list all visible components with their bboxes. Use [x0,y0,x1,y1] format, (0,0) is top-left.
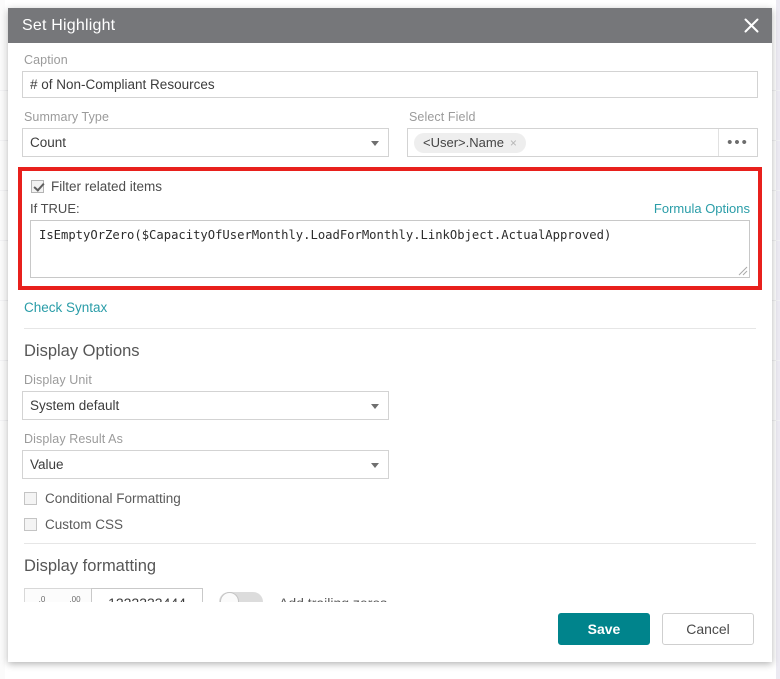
display-formatting-row: .0 .00 Add trailing zeros [24,588,758,602]
display-result-as-group: Display Result As Value [22,432,758,479]
filter-related-items-label: Filter related items [51,179,163,194]
display-unit-group: Display Unit System default [22,373,758,420]
decimal-stepper: .0 .00 [24,588,203,602]
filter-highlight-region: Filter related items If TRUE: Formula Op… [18,167,762,290]
page-right-edge [776,0,780,679]
summary-type-group: Summary Type Count [22,110,389,157]
filter-related-items-row: Filter related items [31,179,750,194]
more-options-icon[interactable]: ••• [718,129,757,156]
display-unit-label: Display Unit [24,373,92,387]
toggle-knob [220,591,239,602]
caption-group: Caption [22,53,758,98]
check-syntax-link[interactable]: Check Syntax [24,300,107,315]
display-result-as-label: Display Result As [24,432,123,446]
dialog-header: Set Highlight [8,8,772,43]
summary-type-label: Summary Type [24,110,110,124]
chevron-down-icon [371,140,379,146]
increase-decimal-icon[interactable]: .00 [58,589,91,603]
custom-css-row: Custom CSS [24,517,758,532]
formula-options-link[interactable]: Formula Options [654,201,750,216]
display-formatting-title: Display formatting [24,557,157,575]
custom-css-label: Custom CSS [45,517,124,532]
caption-input[interactable] [22,71,758,98]
chip-remove-icon[interactable]: × [510,137,517,149]
caption-label: Caption [24,53,68,67]
filter-related-items-checkbox[interactable] [31,180,44,193]
formula-header: If TRUE: Formula Options [30,201,750,216]
add-trailing-zeros-label: Add trailing zeros [279,595,387,603]
save-button[interactable]: Save [558,613,650,645]
display-unit-select[interactable]: System default [22,391,389,420]
conditional-formatting-checkbox[interactable] [24,492,37,505]
summary-type-select[interactable]: Count [22,128,389,157]
field-chip[interactable]: <User>.Name × [414,132,526,153]
sample-value-input[interactable] [91,588,203,602]
custom-css-checkbox[interactable] [24,518,37,531]
conditional-formatting-row: Conditional Formatting [24,491,758,506]
display-result-as-value: Value [30,457,64,472]
select-field-group: Select Field <User>.Name × ••• [407,110,758,157]
dialog-body: Caption Summary Type Count Select Field … [8,43,772,602]
if-true-label: If TRUE: [30,201,80,216]
divider [24,328,756,329]
conditional-formatting-label: Conditional Formatting [45,491,181,506]
summary-type-value: Count [30,135,67,150]
chevron-down-icon [371,462,379,468]
svg-text:.0: .0 [38,595,45,603]
formula-textarea[interactable] [31,221,749,277]
decrease-decimal-icon[interactable]: .0 [25,589,58,603]
set-highlight-dialog: Set Highlight Caption Summary Type Count [8,8,772,662]
cancel-button[interactable]: Cancel [662,613,754,645]
svg-text:.00: .00 [69,595,81,603]
display-options-title: Display Options [24,342,140,360]
display-unit-value: System default [30,398,120,413]
field-chip-label: <User>.Name [423,135,504,150]
display-result-as-select[interactable]: Value [22,450,389,479]
dialog-title: Set Highlight [22,16,116,34]
close-icon[interactable] [730,8,772,43]
select-field-control[interactable]: <User>.Name × ••• [407,128,758,157]
dialog-footer: Save Cancel [8,602,772,662]
summary-and-field-row: Summary Type Count Select Field <User>.N… [22,110,758,157]
add-trailing-zeros-toggle[interactable] [219,591,263,602]
formula-editor [30,220,750,278]
select-field-label: Select Field [409,110,476,124]
divider [24,543,756,544]
select-field-chips: <User>.Name × [408,129,718,156]
chevron-down-icon [371,403,379,409]
page-left-edge [0,0,5,679]
